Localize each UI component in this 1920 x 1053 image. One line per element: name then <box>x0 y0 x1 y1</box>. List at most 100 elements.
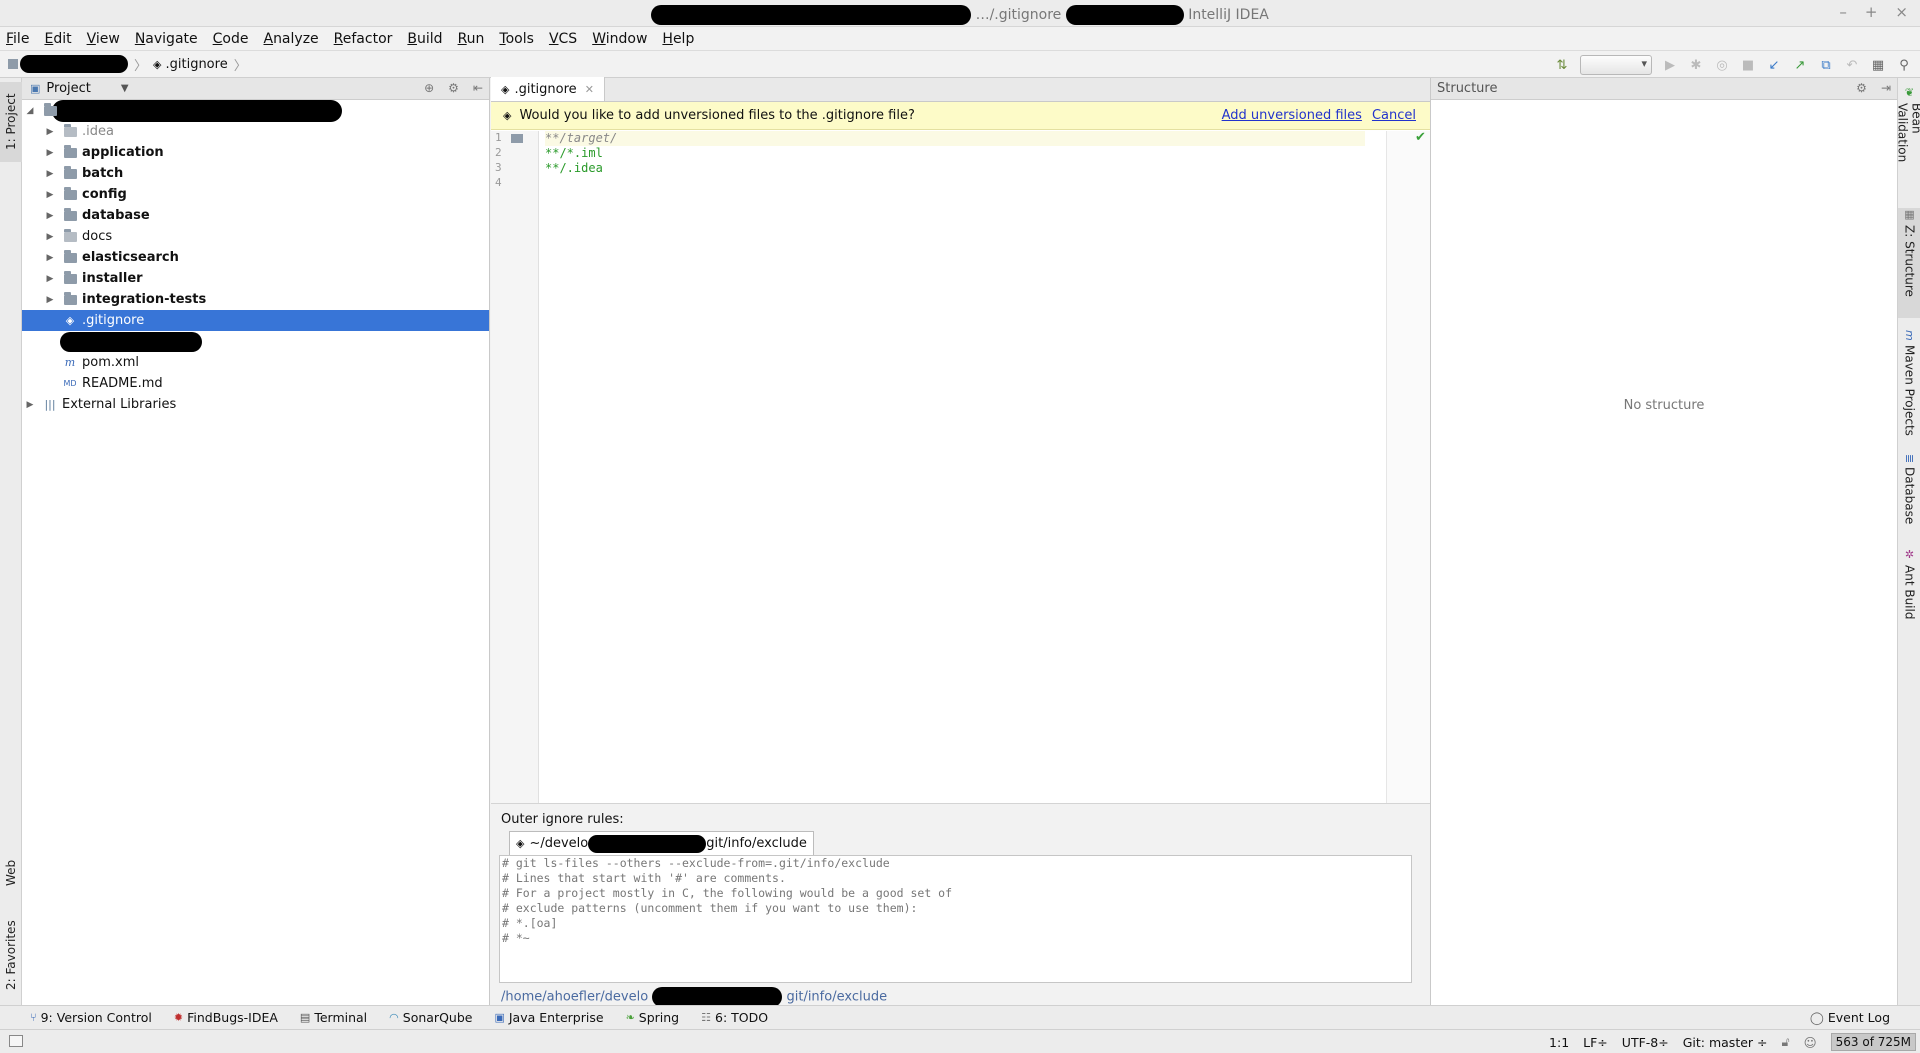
menu-tools[interactable]: Tools <box>499 31 534 47</box>
tool-tab-database[interactable]: ≣ Database <box>1898 454 1920 534</box>
tool-tab-terminal[interactable]: ▤ Terminal <box>300 1010 367 1025</box>
maximize-button[interactable]: + <box>1865 3 1878 21</box>
code-area[interactable]: 1 2 3 4 **/target/ **/*.iml **/.idea ✔ <box>491 130 1430 803</box>
tree-item-config[interactable]: ▶ config <box>22 184 489 205</box>
menu-analyze[interactable]: Analyze <box>263 31 318 47</box>
stop-icon[interactable]: ■ <box>1740 57 1756 73</box>
tool-tab-maven-projects[interactable]: m Maven Projects <box>1898 330 1920 440</box>
tree-item-pom[interactable]: m pom.xml <box>22 352 489 373</box>
chevron-down-icon[interactable]: ▼ <box>121 83 129 94</box>
breadcrumb-project[interactable]: 〉 <box>8 55 147 74</box>
tool-tab-version-control[interactable]: ⑂ 9: Version Control <box>30 1010 152 1025</box>
memory-indicator[interactable]: 563 of 725M <box>1830 1033 1916 1051</box>
caret-position[interactable]: 1:1 <box>1549 1035 1569 1050</box>
minimize-button[interactable]: – <box>1839 3 1847 21</box>
close-button[interactable]: × <box>1895 3 1908 21</box>
breadcrumb-file[interactable]: ◈ .gitignore 〉 <box>153 55 247 74</box>
tool-tab-structure[interactable]: ▦ Z: Structure <box>1898 208 1920 318</box>
tree-item-database[interactable]: ▶ database <box>22 205 489 226</box>
code-line[interactable]: **/*.iml <box>545 146 1365 161</box>
gear-icon[interactable]: ⚙ <box>448 81 459 95</box>
tool-tab-findbugs[interactable]: ✹ FindBugs-IDEA <box>174 1010 278 1025</box>
code-lines[interactable]: **/target/ **/*.iml **/.idea <box>545 131 1365 191</box>
expand-arrow-icon[interactable]: ▶ <box>24 400 36 410</box>
tool-tab-sonarqube[interactable]: ◠ SonarQube <box>389 1010 472 1025</box>
tree-item-elasticsearch[interactable]: ▶ elasticsearch <box>22 247 489 268</box>
menu-build[interactable]: Build <box>407 31 442 47</box>
encoding-select[interactable]: UTF-8÷ <box>1622 1035 1669 1050</box>
menu-vcs[interactable]: VCS <box>549 31 577 47</box>
tool-tab-web[interactable]: Web <box>0 848 22 898</box>
outer-rules-path[interactable]: /home/ahoefler/develo git/info/exclude <box>501 987 887 1007</box>
run-icon[interactable]: ▶ <box>1662 57 1678 73</box>
tool-tab-favorites[interactable]: 2: Favorites <box>0 913 22 998</box>
code-line[interactable] <box>545 176 1365 191</box>
tree-item-integration-tests[interactable]: ▶ integration-tests <box>22 289 489 310</box>
menu-code[interactable]: Code <box>213 31 249 47</box>
tool-tab-spring[interactable]: ❧ Spring <box>626 1010 680 1025</box>
code-line[interactable]: **/target/ <box>545 131 1365 146</box>
menu-navigate[interactable]: Navigate <box>135 31 198 47</box>
tree-item-installer[interactable]: ▶ installer <box>22 268 489 289</box>
expand-arrow-icon[interactable]: ▶ <box>44 295 56 305</box>
tree-item-batch[interactable]: ▶ batch <box>22 163 489 184</box>
project-panel-title[interactable]: Project <box>46 81 90 96</box>
expand-arrow-icon[interactable]: ▶ <box>44 148 56 158</box>
hide-panel-icon[interactable]: ⇥ <box>1881 81 1891 95</box>
tree-item-redacted[interactable] <box>22 331 489 352</box>
tree-item-external-libraries[interactable]: ▶ ||| External Libraries <box>22 394 489 415</box>
menu-help[interactable]: Help <box>662 31 694 47</box>
debug-icon[interactable]: ✱ <box>1688 57 1704 73</box>
vcs-update-icon[interactable]: ↙ <box>1766 57 1782 73</box>
close-icon[interactable]: ✕ <box>585 83 594 96</box>
line-separator-select[interactable]: LF÷ <box>1583 1035 1608 1050</box>
coverage-icon[interactable]: ◎ <box>1714 57 1730 73</box>
tree-item-gitignore[interactable]: ◈ .gitignore <box>22 310 489 331</box>
project-structure-icon[interactable]: ▦ <box>1870 57 1886 73</box>
tree-item-application[interactable]: ▶ application <box>22 142 489 163</box>
menu-view[interactable]: View <box>87 31 120 47</box>
tool-tab-ant-build[interactable]: ✲ Ant Build <box>1898 548 1920 628</box>
outer-rules-content[interactable]: # git ls-files --others --exclude-from=.… <box>499 855 1412 983</box>
expand-arrow-icon[interactable]: ▶ <box>44 127 56 137</box>
git-branch-select[interactable]: Git: master ÷ <box>1683 1035 1768 1050</box>
menu-file[interactable]: File <box>6 31 29 47</box>
cancel-link[interactable]: Cancel <box>1372 108 1416 123</box>
menu-run[interactable]: Run <box>458 31 485 47</box>
collapse-arrow-icon[interactable]: ◢ <box>24 106 36 116</box>
run-configuration-select[interactable] <box>1580 55 1652 75</box>
tool-tab-project[interactable]: 1: Project <box>0 82 22 162</box>
lock-icon[interactable]: 🔓︎ <box>1782 1034 1790 1050</box>
tree-item-docs[interactable]: ▶ docs <box>22 226 489 247</box>
code-line[interactable]: **/.idea <box>545 161 1365 176</box>
tool-tab-todo[interactable]: ☷ 6: TODO <box>701 1010 768 1025</box>
sort-icon[interactable]: ⇅ <box>1554 57 1570 73</box>
expand-arrow-icon[interactable]: ▶ <box>44 232 56 242</box>
expand-arrow-icon[interactable]: ▶ <box>44 274 56 284</box>
vcs-history-icon[interactable]: ↶ <box>1844 57 1860 73</box>
expand-arrow-icon[interactable]: ▶ <box>44 190 56 200</box>
search-icon[interactable]: ⚲ <box>1896 57 1912 73</box>
inspector-icon[interactable]: ☺ <box>1804 1035 1817 1050</box>
gear-icon[interactable]: ⚙ <box>1856 81 1867 95</box>
outer-rules-tab[interactable]: ◈ ~/develo git/info/exclude <box>509 831 814 855</box>
event-log-button[interactable]: ◯ Event Log <box>1810 1010 1890 1025</box>
expand-arrow-icon[interactable]: ▶ <box>44 211 56 221</box>
toggle-tool-windows-icon[interactable] <box>9 1035 23 1047</box>
tree-item-readme[interactable]: MD README.md <box>22 373 489 394</box>
hide-panel-icon[interactable]: ⇤ <box>473 81 483 95</box>
tool-tab-java-enterprise[interactable]: ▣ Java Enterprise <box>494 1010 603 1025</box>
menu-edit[interactable]: Edit <box>44 31 71 47</box>
scroll-from-source-icon[interactable]: ⊕ <box>424 81 434 95</box>
add-unversioned-files-link[interactable]: Add unversioned files <box>1222 108 1362 123</box>
tree-item-idea[interactable]: ▶ .idea <box>22 121 489 142</box>
vcs-compare-icon[interactable]: ⧉ <box>1818 57 1834 73</box>
tree-root-row[interactable]: ◢ <box>22 99 489 122</box>
expand-arrow-icon[interactable]: ▶ <box>44 253 56 263</box>
expand-arrow-icon[interactable]: ▶ <box>44 169 56 179</box>
editor-tab-gitignore[interactable]: ◈ .gitignore ✕ <box>491 77 605 101</box>
menu-window[interactable]: Window <box>592 31 647 47</box>
menu-refactor[interactable]: Refactor <box>334 31 393 47</box>
vcs-commit-icon[interactable]: ↗ <box>1792 57 1808 73</box>
tool-tab-bean-validation[interactable]: ❦ Bean Validation <box>1896 86 1920 196</box>
